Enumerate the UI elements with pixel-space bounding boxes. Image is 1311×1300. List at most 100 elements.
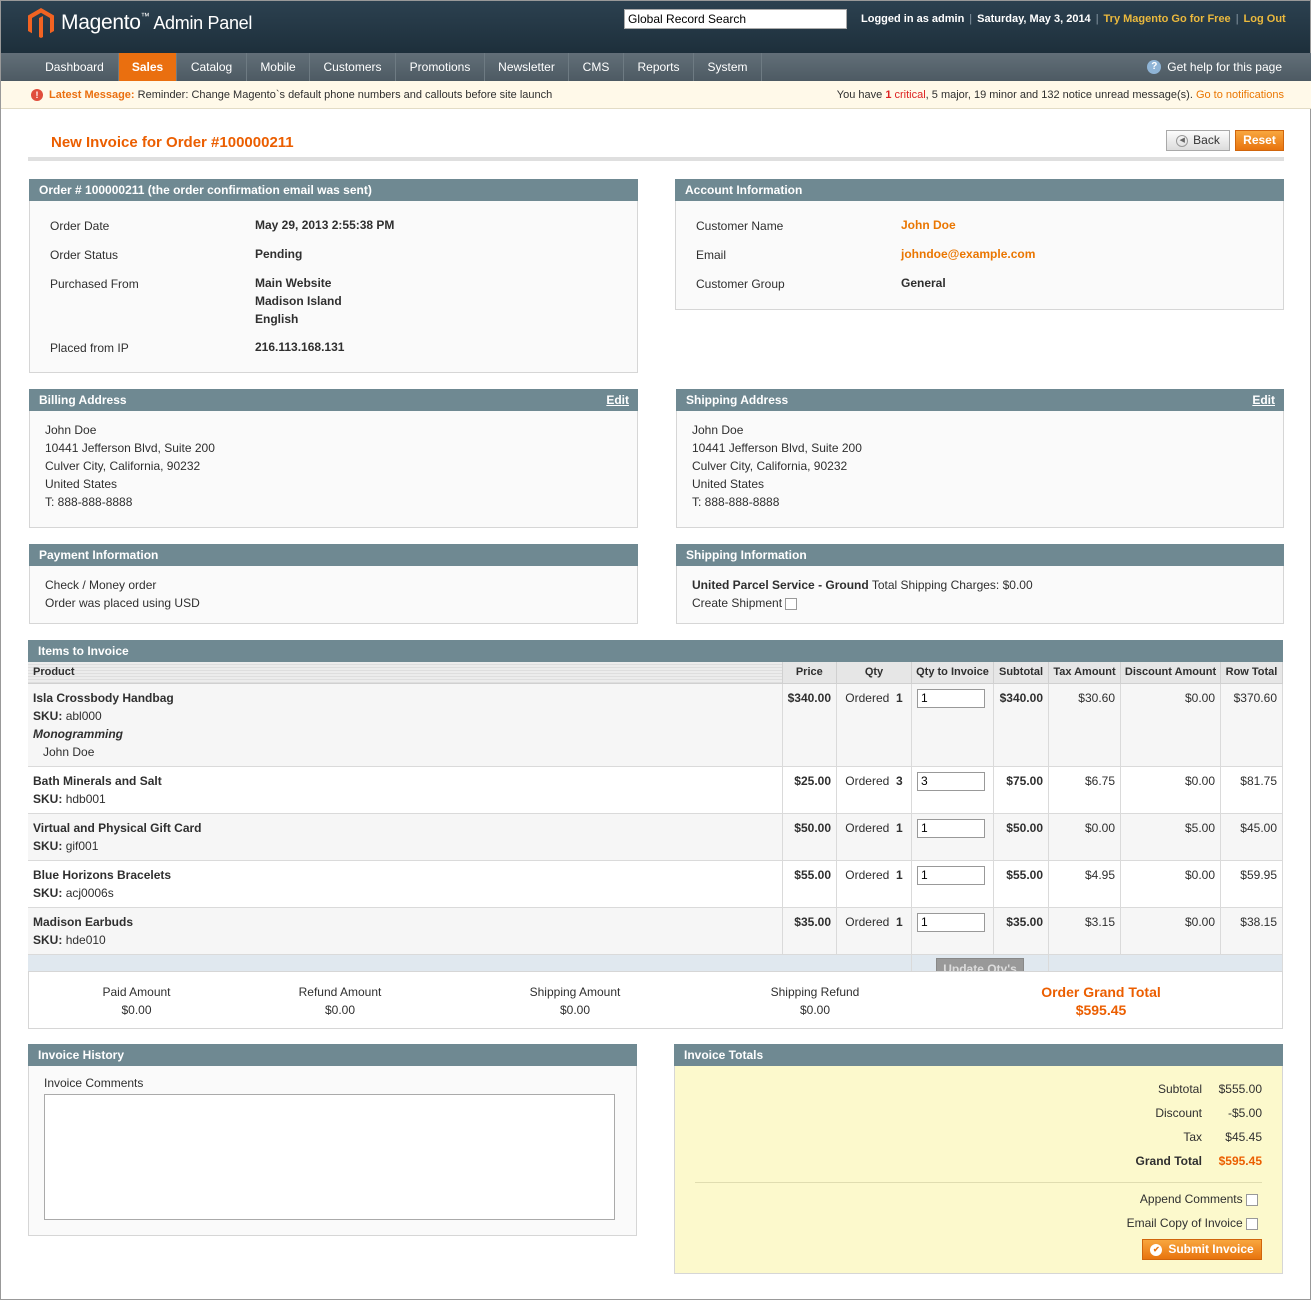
alert-icon: !	[31, 89, 43, 101]
col-qty-invoice: Qty to Invoice	[911, 662, 994, 684]
header-date: Saturday, May 3, 2014	[977, 13, 1091, 25]
create-shipment-label: Create Shipment	[692, 596, 783, 610]
order-number-link[interactable]: Order # 100000211	[39, 183, 144, 197]
try-magento-link[interactable]: Try Magento Go for Free	[1104, 13, 1231, 25]
help-icon: ?	[1147, 60, 1162, 74]
invoice-history-box: Invoice History Invoice Comments	[28, 1044, 637, 1236]
paid-amount-label: Paid Amount	[102, 985, 171, 999]
col-price: Price	[782, 662, 838, 684]
col-row-total: Row Total	[1220, 662, 1283, 684]
items-to-invoice: Items to Invoice Product Price Qty Qty t…	[28, 640, 1283, 982]
purchased-from-label: Purchased From	[50, 277, 139, 291]
discount-value: -$5.00	[1227, 1106, 1262, 1120]
check-icon: ✔	[1150, 1243, 1163, 1256]
nav-catalog[interactable]: Catalog	[177, 53, 247, 81]
customer-name-link[interactable]: John Doe	[901, 216, 956, 234]
qty-invoice-input[interactable]	[917, 688, 985, 708]
totals-head: Invoice Totals	[674, 1044, 1283, 1066]
nav-reports[interactable]: Reports	[624, 53, 694, 81]
notifications-link[interactable]: Go to notifications	[1196, 89, 1284, 101]
purchased-from: Main Website Madison Island English	[255, 276, 342, 326]
qty-invoice-input[interactable]	[917, 771, 985, 791]
customer-group: General	[901, 276, 946, 290]
billing-edit-link[interactable]: Edit	[606, 389, 629, 411]
invoice-comments-textarea[interactable]	[44, 1094, 615, 1220]
logout-link[interactable]: Log Out	[1244, 13, 1286, 25]
paid-amount: $0.00	[121, 1003, 152, 1017]
logged-in-text: Logged in as admin	[861, 13, 965, 25]
append-comments-label: Append Comments	[1139, 1192, 1243, 1206]
col-qty: Qty	[836, 662, 912, 684]
shipping-method: United Parcel Service - Ground	[692, 578, 869, 592]
page-title: New Invoice for Order #100000211	[51, 134, 294, 151]
reset-button[interactable]: Reset	[1235, 130, 1284, 151]
magento-logo[interactable]: Magento™ Admin Panel	[27, 7, 252, 39]
items-head: Items to Invoice	[28, 640, 1283, 662]
account-info-head: Account Information	[675, 179, 1284, 201]
col-tax: Tax Amount	[1048, 662, 1121, 684]
nav-dashboard[interactable]: Dashboard	[31, 53, 119, 81]
customer-email-link[interactable]: johndoe@example.com	[901, 245, 1035, 263]
append-comments-checkbox[interactable]	[1246, 1193, 1258, 1206]
shipping-info-head: Shipping Information	[676, 544, 1284, 566]
col-subtotal: Subtotal	[993, 662, 1049, 684]
nav-customers[interactable]: Customers	[310, 53, 396, 81]
table-row: Blue Horizons Bracelets SKU: acj0006s $55…	[28, 860, 1283, 908]
table-row: Virtual and Physical Gift Card SKU: gif00…	[28, 813, 1283, 861]
magento-logo-icon	[28, 8, 54, 38]
order-date: May 29, 2013 2:55:38 PM	[255, 218, 395, 232]
nav-cms[interactable]: CMS	[569, 53, 624, 81]
col-discount: Discount Amount	[1120, 662, 1221, 684]
refund-amount-label: Refund Amount	[298, 985, 382, 999]
shipping-amount-label: Shipping Amount	[529, 985, 621, 999]
grand-total-row-value: $595.45	[1218, 1154, 1262, 1168]
qty-invoice-input[interactable]	[917, 912, 985, 932]
qty-invoice-input[interactable]	[917, 818, 985, 838]
email-copy-checkbox[interactable]	[1246, 1217, 1258, 1230]
notification-summary: You have 1 critical, 5 major, 19 minor a…	[836, 89, 1284, 101]
subtotal-value: $555.00	[1218, 1082, 1262, 1096]
shipping-charges: Total Shipping Charges: $0.00	[871, 578, 1033, 592]
nav-promotions[interactable]: Promotions	[396, 53, 485, 81]
back-button[interactable]: ◀ Back	[1166, 130, 1230, 151]
qty-invoice-input[interactable]	[917, 865, 985, 885]
shipping-amount: $0.00	[559, 1003, 591, 1017]
shipping-address-box: Shipping Address Edit John Doe 10441 Jeffe…	[676, 389, 1284, 528]
title-divider	[28, 157, 1284, 161]
discount-label: Discount	[1155, 1106, 1202, 1120]
grand-total-row-label: Grand Total	[1135, 1154, 1202, 1168]
latest-message-text: Reminder: Change Magento`s default phone…	[137, 89, 553, 101]
customer-name-label: Customer Name	[696, 219, 784, 233]
refund-amount: $0.00	[324, 1003, 356, 1017]
order-date-label: Order Date	[50, 219, 110, 233]
history-head: Invoice History	[28, 1044, 637, 1066]
billing-address-box: Billing Address Edit John Doe 10441 Jeffer…	[29, 389, 638, 528]
email-copy-label: Email Copy of Invoice	[1126, 1216, 1243, 1230]
shipping-refund-label: Shipping Refund	[770, 985, 860, 999]
shipping-info-box: Shipping Information United Parcel Servi…	[676, 544, 1284, 624]
email-label: Email	[696, 248, 727, 262]
billing-head: Billing Address	[39, 393, 127, 407]
main-nav: Dashboard Sales Catalog Mobile Customers…	[1, 53, 1311, 81]
shipping-refund: $0.00	[799, 1003, 831, 1017]
payment-info-box: Payment Information Check / Money order O…	[29, 544, 638, 624]
table-row: Bath Minerals and Salt SKU: hdb001 $25.00…	[28, 766, 1283, 814]
billing-lines: John Doe 10441 Jefferson Blvd, Suite 200 C…	[29, 411, 638, 528]
shipping-edit-link[interactable]: Edit	[1252, 389, 1275, 411]
table-row: Madison Earbuds SKU: hde010 $35.00 Ordere…	[28, 907, 1283, 955]
header-links: Logged in as admin | Saturday, May 3, 2014…	[861, 13, 1286, 25]
nav-newsletter[interactable]: Newsletter	[485, 53, 569, 81]
global-search-input[interactable]	[624, 9, 847, 29]
tax-value: $45.45	[1225, 1130, 1262, 1144]
grand-total-label: Order Grand Total	[1041, 984, 1161, 1000]
tax-label: Tax	[1183, 1130, 1202, 1144]
help-link[interactable]: ? Get help for this page	[1147, 53, 1282, 81]
nav-mobile[interactable]: Mobile	[247, 53, 310, 81]
submit-invoice-button[interactable]: ✔ Submit Invoice	[1142, 1239, 1262, 1260]
nav-system[interactable]: System	[694, 53, 762, 81]
create-shipment-checkbox[interactable]	[785, 597, 798, 610]
nav-sales[interactable]: Sales	[119, 53, 177, 81]
customer-group-label: Customer Group	[696, 277, 785, 291]
subtotal-label: Subtotal	[1157, 1082, 1202, 1096]
grand-total: $595.45	[1075, 1002, 1127, 1018]
